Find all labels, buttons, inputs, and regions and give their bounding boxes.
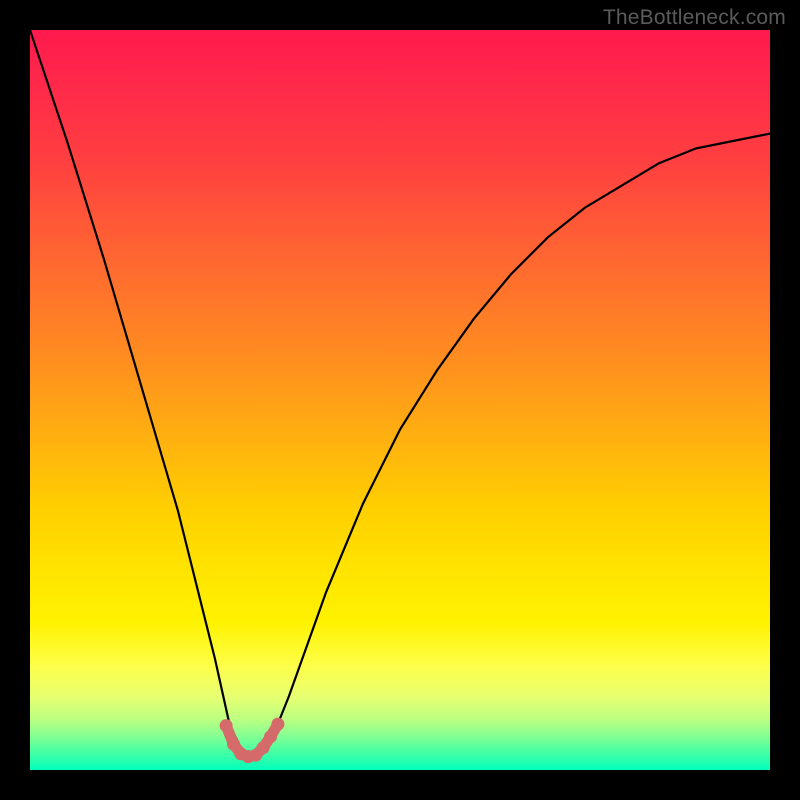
chart-canvas: TheBottleneck.com bbox=[0, 0, 800, 800]
curve-svg bbox=[30, 30, 770, 770]
highlight-dot bbox=[220, 719, 233, 732]
watermark-text: TheBottleneck.com bbox=[603, 6, 786, 30]
plot-area bbox=[30, 30, 770, 770]
highlight-dot bbox=[257, 741, 270, 754]
bottleneck-curve bbox=[30, 30, 770, 755]
highlight-dot bbox=[264, 730, 277, 743]
highlight-dot bbox=[271, 718, 284, 731]
highlight-dots bbox=[220, 718, 285, 764]
